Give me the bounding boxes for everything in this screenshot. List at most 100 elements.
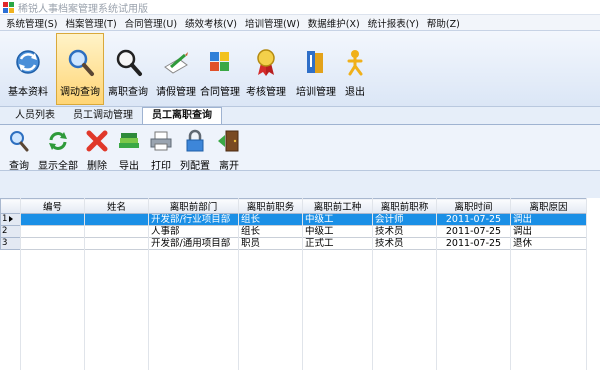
- col-header-position[interactable]: 离职前职务: [238, 198, 303, 214]
- books-icon: [301, 47, 331, 77]
- cell-reason[interactable]: 调出: [510, 225, 587, 238]
- refresh-icon: [45, 129, 71, 153]
- row-indicator[interactable]: 3: [0, 237, 21, 250]
- cell-id[interactable]: [20, 237, 85, 250]
- main-toolbar: 基本资料 调动查询 离职查询 请假管理 合同管理 考核管理 培训管理 退出: [0, 31, 600, 107]
- col-header-job-type[interactable]: 离职前工种: [302, 198, 373, 214]
- grid-line: [302, 198, 303, 370]
- grid-line: [586, 198, 587, 370]
- window-title: 稀锐人事档案管理系统试用版: [18, 3, 148, 15]
- col-header-title[interactable]: 离职前职称: [372, 198, 437, 214]
- menu-help[interactable]: 帮助(Z): [423, 16, 464, 30]
- resignation-query-label: 离职查询: [108, 87, 148, 98]
- cell-department[interactable]: 人事部: [148, 225, 239, 238]
- col-header-date[interactable]: 离职时间: [436, 198, 511, 214]
- current-row-arrow-icon: [9, 215, 14, 222]
- grid-line: [148, 198, 149, 370]
- cell-title[interactable]: 技术员: [372, 237, 437, 250]
- export-button[interactable]: 导出: [116, 129, 142, 172]
- export-books-icon: [116, 129, 142, 153]
- cell-position[interactable]: 组长: [238, 225, 303, 238]
- menu-performance[interactable]: 绩效考核(V): [181, 16, 241, 30]
- tab-transfer-management[interactable]: 员工调动管理: [64, 109, 142, 124]
- row-indicator[interactable]: 2: [0, 225, 21, 238]
- column-config-button[interactable]: 列配置: [180, 129, 210, 172]
- cell-name[interactable]: [84, 237, 149, 250]
- assessment-management-button[interactable]: 考核管理: [240, 33, 292, 105]
- app-window: 稀锐人事档案管理系统试用版 系统管理(S) 档案管理(T) 合同管理(U) 绩效…: [0, 0, 600, 370]
- contract-management-button[interactable]: 合同管理: [200, 33, 240, 105]
- header-row: 编号 姓名 离职前部门 离职前职务 离职前工种 离职前职称 离职时间 离职原因: [0, 198, 587, 214]
- cell-reason[interactable]: 调出: [510, 213, 587, 226]
- grid-line: [84, 198, 85, 370]
- cell-position[interactable]: 组长: [238, 213, 303, 226]
- cell-date[interactable]: 2011-07-25: [436, 225, 511, 238]
- cell-title[interactable]: 技术员: [372, 225, 437, 238]
- exit-button[interactable]: 退出: [340, 33, 370, 105]
- contract-management-label: 合同管理: [200, 87, 240, 98]
- cell-title[interactable]: 会计师: [372, 213, 437, 226]
- leave-management-button[interactable]: 请假管理: [152, 33, 200, 105]
- tab-resignation-query[interactable]: 员工离职查询: [142, 107, 222, 124]
- grid-line: [238, 198, 239, 370]
- menu-reports[interactable]: 统计报表(Y): [364, 16, 423, 30]
- menu-archive[interactable]: 档案管理(T): [61, 16, 120, 30]
- transfer-query-label: 调动查询: [60, 87, 100, 98]
- col-header-department[interactable]: 离职前部门: [148, 198, 239, 214]
- training-management-label: 培训管理: [296, 87, 336, 98]
- cell-job-type[interactable]: 中级工: [302, 225, 373, 238]
- leave-management-label: 请假管理: [156, 87, 196, 98]
- delete-button[interactable]: 删除: [84, 129, 110, 172]
- menu-data-maintenance[interactable]: 数据维护(X): [304, 16, 364, 30]
- query-button[interactable]: 查询: [6, 129, 32, 172]
- cell-job-type[interactable]: 正式工: [302, 237, 373, 250]
- menu-bar: 系统管理(S) 档案管理(T) 合同管理(U) 绩效考核(V) 培训管理(W) …: [0, 15, 600, 31]
- exit-person-icon: [340, 47, 370, 77]
- show-all-button[interactable]: 显示全部: [38, 129, 78, 172]
- magnifier-icon: [65, 47, 95, 77]
- grid-line: [20, 198, 21, 370]
- tab-strip: 人员列表 员工调动管理 员工离职查询: [0, 107, 600, 125]
- table-row[interactable]: 1 开发部/行业项目部 组长 中级工 会计师 2011-07-25 调出: [0, 213, 587, 226]
- pen-paper-icon: [161, 47, 191, 77]
- menu-system[interactable]: 系统管理(S): [2, 16, 61, 30]
- training-management-button[interactable]: 培训管理: [292, 33, 340, 105]
- magnifier-icon: [113, 47, 143, 77]
- basic-info-button[interactable]: 基本资料: [0, 33, 56, 105]
- col-header-id[interactable]: 编号: [20, 198, 85, 214]
- cell-id[interactable]: [20, 213, 85, 226]
- cell-date[interactable]: 2011-07-25: [436, 213, 511, 226]
- grid-line: [510, 198, 511, 370]
- leave-button[interactable]: 离开: [216, 129, 242, 172]
- print-button[interactable]: 打印: [148, 129, 174, 172]
- cell-date[interactable]: 2011-07-25: [436, 237, 511, 250]
- show-all-label: 显示全部: [38, 161, 78, 172]
- cell-department[interactable]: 开发部/行业项目部: [148, 213, 239, 226]
- cell-position[interactable]: 职员: [238, 237, 303, 250]
- cell-department[interactable]: 开发部/通用项目部: [148, 237, 239, 250]
- row-indicator[interactable]: 1: [0, 213, 21, 226]
- col-header-name[interactable]: 姓名: [84, 198, 149, 214]
- cell-id[interactable]: [20, 225, 85, 238]
- resignation-grid: 编号 姓名 离职前部门 离职前职务 离职前工种 离职前职称 离职时间 离职原因 …: [0, 198, 600, 370]
- exit-label: 退出: [345, 87, 365, 98]
- assessment-management-label: 考核管理: [246, 87, 286, 98]
- cell-reason[interactable]: 退休: [510, 237, 587, 250]
- table-row[interactable]: 3 开发部/通用项目部 职员 正式工 技术员 2011-07-25 退休: [0, 237, 587, 250]
- col-header-reason[interactable]: 离职原因: [510, 198, 587, 214]
- cell-job-type[interactable]: 中级工: [302, 213, 373, 226]
- basic-info-label: 基本资料: [8, 87, 48, 98]
- printer-icon: [148, 129, 174, 153]
- table-row[interactable]: 2 人事部 组长 中级工 技术员 2011-07-25 调出: [0, 225, 587, 238]
- menu-training[interactable]: 培训管理(W): [241, 16, 304, 30]
- app-logo-icon: [3, 1, 14, 13]
- leave-label: 离开: [219, 161, 239, 172]
- menu-contract[interactable]: 合同管理(U): [121, 16, 181, 30]
- resignation-query-button[interactable]: 离职查询: [104, 33, 152, 105]
- tab-personnel-list[interactable]: 人员列表: [6, 109, 64, 124]
- cell-name[interactable]: [84, 225, 149, 238]
- transfer-query-button[interactable]: 调动查询: [56, 33, 104, 105]
- delete-label: 删除: [87, 161, 107, 172]
- grid-line: [372, 198, 373, 370]
- cell-name[interactable]: [84, 213, 149, 226]
